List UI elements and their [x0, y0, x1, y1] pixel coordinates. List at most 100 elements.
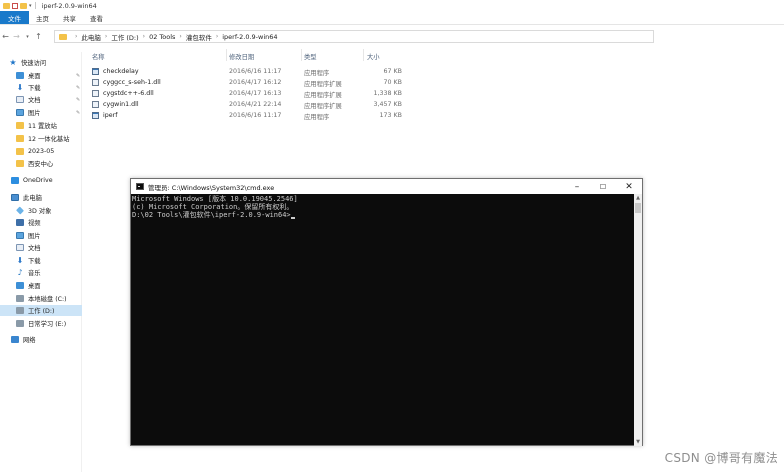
dll-icon [92, 101, 99, 108]
file-row[interactable]: cygstdc++-6.dll 2016/4/17 16:13 应用程序扩展 1… [90, 88, 410, 99]
breadcrumb-iperf-folder[interactable]: iperf-2.0.9-win64 [222, 33, 277, 41]
chevron-right-icon[interactable]: › [216, 33, 218, 40]
sidebar-item-videos[interactable]: 视频 [0, 217, 82, 228]
sidebar-item-label: 文档 [28, 245, 41, 252]
column-header-name[interactable]: 名称 [92, 52, 105, 61]
sidebar-item-label: 图片 [28, 110, 41, 117]
sidebar-item-xian-center[interactable]: 西安中心 [0, 158, 82, 169]
sidebar-item-folder-11[interactable]: 11 置放站 [0, 120, 82, 131]
up-arrow-icon[interactable]: ↑ [33, 31, 44, 43]
console-prompt: D:\02 Tools\灌包软件\iperf-2.0.9-win64> [132, 211, 291, 220]
sidebar-item-label: 本地磁盘 (C:) [28, 296, 67, 303]
tab-view[interactable]: 查看 [83, 11, 110, 24]
sidebar-item-downloads-pc[interactable]: ⬇ 下载 [0, 255, 82, 266]
address-bar[interactable]: › 此电脑 › 工作 (D:) › 02 Tools › 灌包软件 › iper… [54, 30, 654, 43]
folder-icon [16, 148, 24, 155]
cmd-window[interactable]: 管理员: C:\Windows\System32\cmd.exe – ☐ ✕ M… [130, 178, 643, 446]
sidebar-item-pictures-pc[interactable]: 图片 [0, 230, 82, 241]
scrollbar-thumb[interactable] [635, 203, 641, 213]
breadcrumb-02-tools[interactable]: 02 Tools [149, 33, 175, 41]
column-divider[interactable] [301, 49, 302, 61]
sidebar-item-2023-05[interactable]: 2023-05 [0, 146, 82, 157]
sidebar-item-downloads[interactable]: ⬇ 下载 ✎ [0, 82, 82, 93]
folder-icon [16, 122, 24, 129]
maximize-icon[interactable]: ☐ [590, 179, 616, 194]
folder-icon [3, 2, 10, 9]
column-header-date[interactable]: 修改日期 [229, 52, 254, 61]
file-date: 2016/4/17 16:13 [229, 90, 282, 97]
sidebar-item-drive-d[interactable]: 工作 (D:) [0, 305, 82, 316]
file-date: 2016/4/17 16:12 [229, 79, 282, 86]
vertical-scrollbar[interactable]: ▲ ▼ [634, 194, 642, 446]
sidebar-item-drive-c[interactable]: 本地磁盘 (C:) [0, 293, 82, 304]
scroll-up-icon[interactable]: ▲ [634, 194, 642, 202]
file-size: 3,457 KB [373, 101, 402, 108]
sidebar-item-music[interactable]: ♪ 音乐 [0, 267, 82, 278]
file-row[interactable]: checkdelay 2016/6/16 11:17 应用程序 67 KB [90, 66, 410, 77]
title-divider [34, 2, 36, 9]
chevron-right-icon[interactable]: › [75, 33, 77, 40]
file-name: cygstdc++-6.dll [103, 90, 154, 97]
sidebar-item-quick-access[interactable]: ★ 快速访问 [0, 57, 82, 68]
file-name: iperf [103, 112, 118, 119]
picture-icon [16, 109, 24, 116]
file-size: 67 KB [383, 68, 402, 75]
column-header-size[interactable]: 大小 [367, 52, 380, 61]
recent-locations-chevron-icon[interactable]: ▾ [22, 31, 33, 43]
watermark: CSDN @博哥有魔法 [664, 451, 778, 465]
console-output[interactable]: Microsoft Windows [版本 10.0.19045.2546] (c… [131, 194, 634, 446]
customize-toolbar-chevron-icon[interactable]: ▾ [29, 3, 32, 9]
column-divider[interactable] [363, 49, 364, 61]
explorer-title-bar: ▾ iperf-2.0.9-win64 [0, 0, 784, 11]
sidebar-item-onedrive[interactable]: OneDrive [0, 175, 82, 186]
sidebar-item-3d-objects[interactable]: 3D 对象 [0, 205, 82, 216]
document-icon [16, 96, 24, 103]
sidebar-item-network[interactable]: 网络 [0, 334, 82, 345]
pin-icon: ✎ [76, 96, 81, 103]
sidebar-item-label: 网络 [23, 337, 36, 344]
column-header-type[interactable]: 类型 [304, 52, 317, 61]
file-name: checkdelay [103, 68, 139, 75]
sidebar-item-folder-12[interactable]: 12 一体化基站 [0, 133, 82, 144]
sidebar-item-pictures[interactable]: 图片 ✎ [0, 107, 82, 118]
cloud-icon [11, 177, 19, 184]
chevron-right-icon[interactable]: › [105, 33, 107, 40]
chevron-right-icon[interactable]: › [143, 33, 145, 40]
file-name: cygwin1.dll [103, 101, 139, 108]
download-icon: ⬇ [16, 256, 24, 265]
tab-share[interactable]: 共享 [56, 11, 83, 24]
new-folder-icon[interactable] [20, 2, 27, 9]
3d-objects-icon [16, 206, 24, 215]
breadcrumb-this-pc[interactable]: 此电脑 [81, 32, 101, 42]
file-row[interactable]: cygwin1.dll 2016/4/21 22:14 应用程序扩展 3,457… [90, 99, 410, 110]
sidebar-item-label: 视频 [28, 220, 41, 227]
sidebar-item-desktop[interactable]: 桌面 ✎ [0, 70, 82, 81]
sidebar-item-drive-e[interactable]: 日常学习 (E:) [0, 318, 82, 329]
sidebar-item-label: 图片 [28, 233, 41, 240]
chevron-right-icon[interactable]: › [179, 33, 181, 40]
properties-icon[interactable] [12, 2, 18, 9]
cmd-title-bar[interactable]: 管理员: C:\Windows\System32\cmd.exe – ☐ ✕ [131, 179, 642, 194]
sidebar-item-documents[interactable]: 文档 ✎ [0, 94, 82, 105]
close-icon[interactable]: ✕ [616, 179, 642, 194]
scroll-down-icon[interactable]: ▼ [634, 438, 642, 446]
breadcrumb-packet-tools[interactable]: 灌包软件 [186, 32, 212, 42]
forward-arrow-icon[interactable]: → [11, 31, 22, 43]
sidebar-item-label: OneDrive [23, 177, 53, 184]
column-divider[interactable] [226, 49, 227, 61]
exe-icon [92, 68, 99, 75]
drive-icon [16, 295, 24, 302]
tab-file[interactable]: 文件 [0, 11, 29, 24]
text-cursor [290, 217, 295, 219]
sidebar-item-label: 11 置放站 [28, 123, 57, 130]
sidebar-item-documents-pc[interactable]: 文档 [0, 242, 82, 253]
tab-home[interactable]: 主页 [29, 11, 56, 24]
file-row[interactable]: cyggcc_s-seh-1.dll 2016/4/17 16:12 应用程序扩… [90, 77, 410, 88]
navigation-pane: ★ 快速访问 桌面 ✎ ⬇ 下载 ✎ 文档 ✎ 图片 ✎ 11 置放站 12 一体化基站 2… [0, 52, 82, 472]
breadcrumb-drive-d[interactable]: 工作 (D:) [111, 32, 138, 42]
sidebar-item-desktop-pc[interactable]: 桌面 [0, 280, 82, 291]
sidebar-item-this-pc[interactable]: 此电脑 [0, 192, 82, 203]
back-arrow-icon[interactable]: ← [0, 31, 11, 43]
file-row[interactable]: iperf 2016/6/16 11:17 应用程序 173 KB [90, 110, 410, 121]
minimize-icon[interactable]: – [564, 179, 590, 194]
